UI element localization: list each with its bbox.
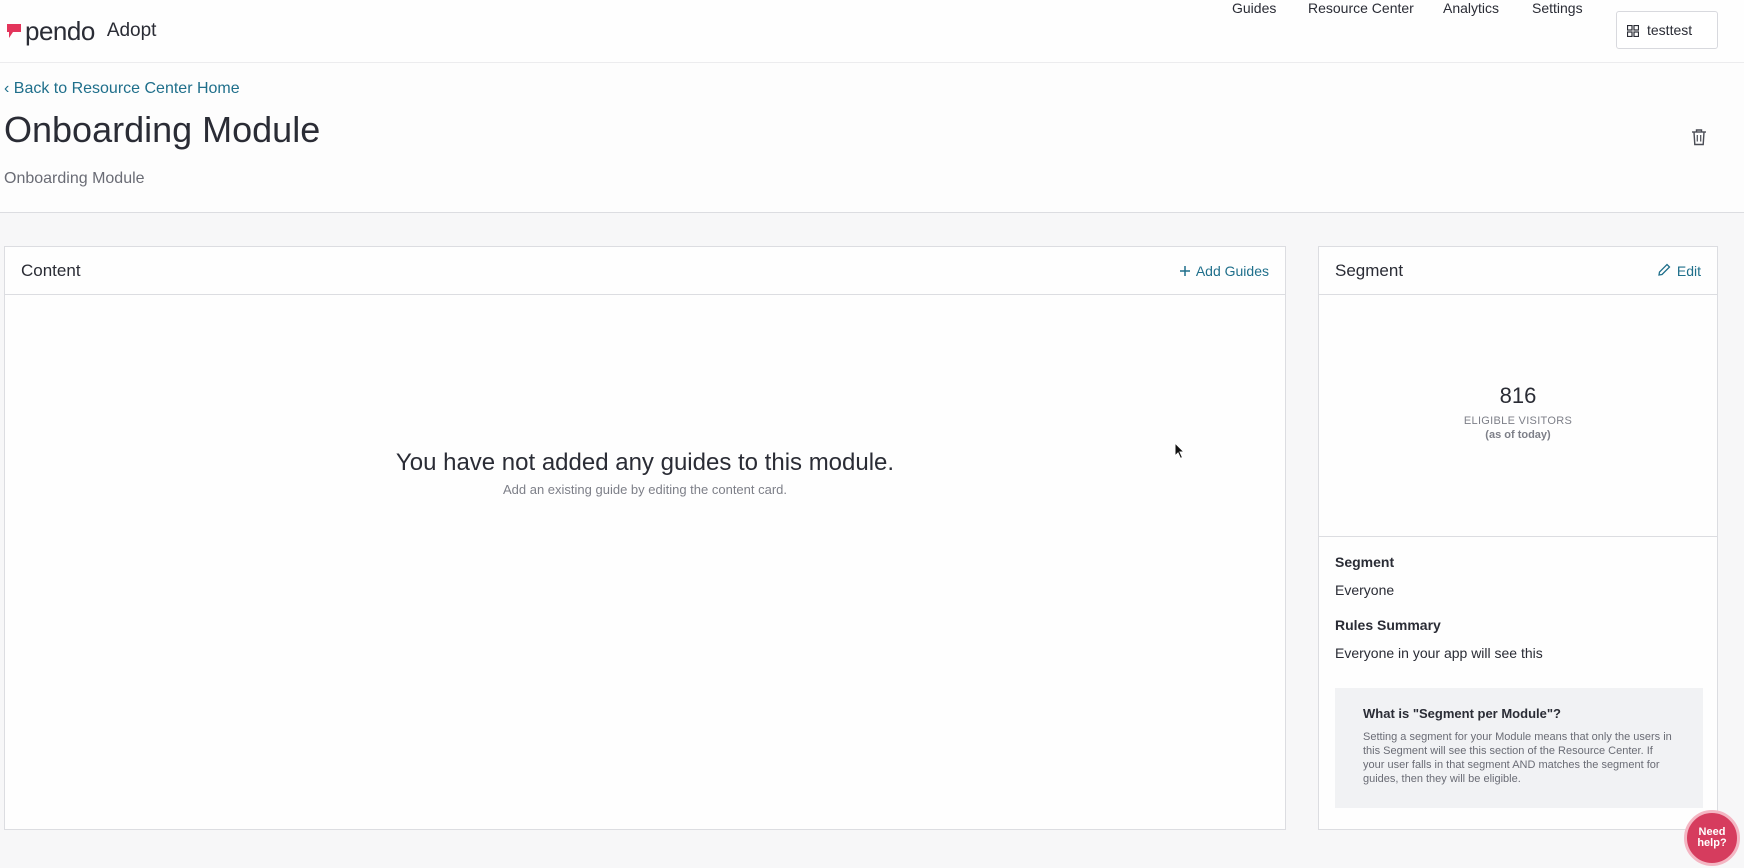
content-card-header: Content Add Guides: [5, 247, 1285, 295]
page-title: Onboarding Module: [4, 109, 321, 150]
nav-guides[interactable]: Guides: [1232, 0, 1276, 16]
content-card: Content Add Guides You have not added an…: [4, 246, 1286, 830]
content-card-title: Content: [21, 261, 81, 280]
empty-state-subtitle: Add an existing guide by editing the con…: [502, 482, 788, 497]
rules-summary-value: Everyone in your app will see this: [1335, 645, 1543, 661]
segment-value: Everyone: [1335, 582, 1395, 598]
pencil-icon: [1658, 263, 1671, 279]
segment-card-title: Segment: [1335, 261, 1404, 280]
info-body: Setting a segment for your Module means …: [1363, 731, 1672, 785]
nav-analytics[interactable]: Analytics: [1443, 0, 1499, 16]
segment-card-header: Segment Edit: [1319, 247, 1717, 295]
page-header: ‹ Back to Resource Center Home Onboardin…: [0, 63, 1744, 213]
rules-summary-label: Rules Summary: [1335, 617, 1441, 633]
top-navigation-bar: pendo Adopt Guides Resource Center Analy…: [0, 0, 1744, 63]
need-help-button[interactable]: Need help?: [1684, 810, 1740, 866]
logo-wordmark: pendo: [25, 15, 95, 46]
page-subtitle: Onboarding Module: [4, 170, 145, 187]
add-guides-label: Add Guides: [1195, 263, 1269, 279]
eligible-visitors-panel: 816 ELIGIBLE VISITORS (as of today): [1319, 295, 1717, 537]
product-name: Adopt: [106, 20, 157, 41]
empty-state-title: You have not added any guides to this mo…: [395, 449, 895, 476]
eligible-visitors-note: (as of today): [1485, 429, 1551, 441]
app-switcher-button[interactable]: testtest: [1616, 11, 1718, 49]
segment-label: Segment: [1335, 554, 1395, 570]
segment-card: Segment Edit 816 ELIGIBLE VISITORS (as o…: [1318, 246, 1718, 830]
eligible-visitors-count: 816: [1499, 383, 1537, 408]
add-guides-button[interactable]: Add Guides: [1179, 263, 1269, 279]
segment-per-module-info: What is "Segment per Module"? Setting a …: [1335, 688, 1703, 808]
nav-resource-center[interactable]: Resource Center: [1308, 0, 1414, 16]
eligible-visitors-label: ELIGIBLE VISITORS: [1463, 415, 1573, 427]
pendo-logo-icon: [7, 24, 21, 38]
plus-icon: [1179, 263, 1190, 279]
info-title: What is "Segment per Module"?: [1363, 706, 1561, 721]
need-help-line2: help?: [1697, 837, 1727, 849]
trash-icon[interactable]: [1691, 128, 1709, 148]
back-to-resource-center-link[interactable]: ‹ Back to Resource Center Home: [4, 80, 240, 98]
grid-icon: [1626, 24, 1640, 38]
mouse-cursor-icon: [1174, 442, 1186, 460]
edit-segment-button[interactable]: Edit: [1658, 263, 1701, 279]
edit-label: Edit: [1676, 263, 1701, 279]
app-switcher-label: testtest: [1647, 22, 1693, 38]
nav-settings[interactable]: Settings: [1532, 0, 1583, 16]
pendo-logo[interactable]: pendo Adopt: [5, 16, 156, 46]
